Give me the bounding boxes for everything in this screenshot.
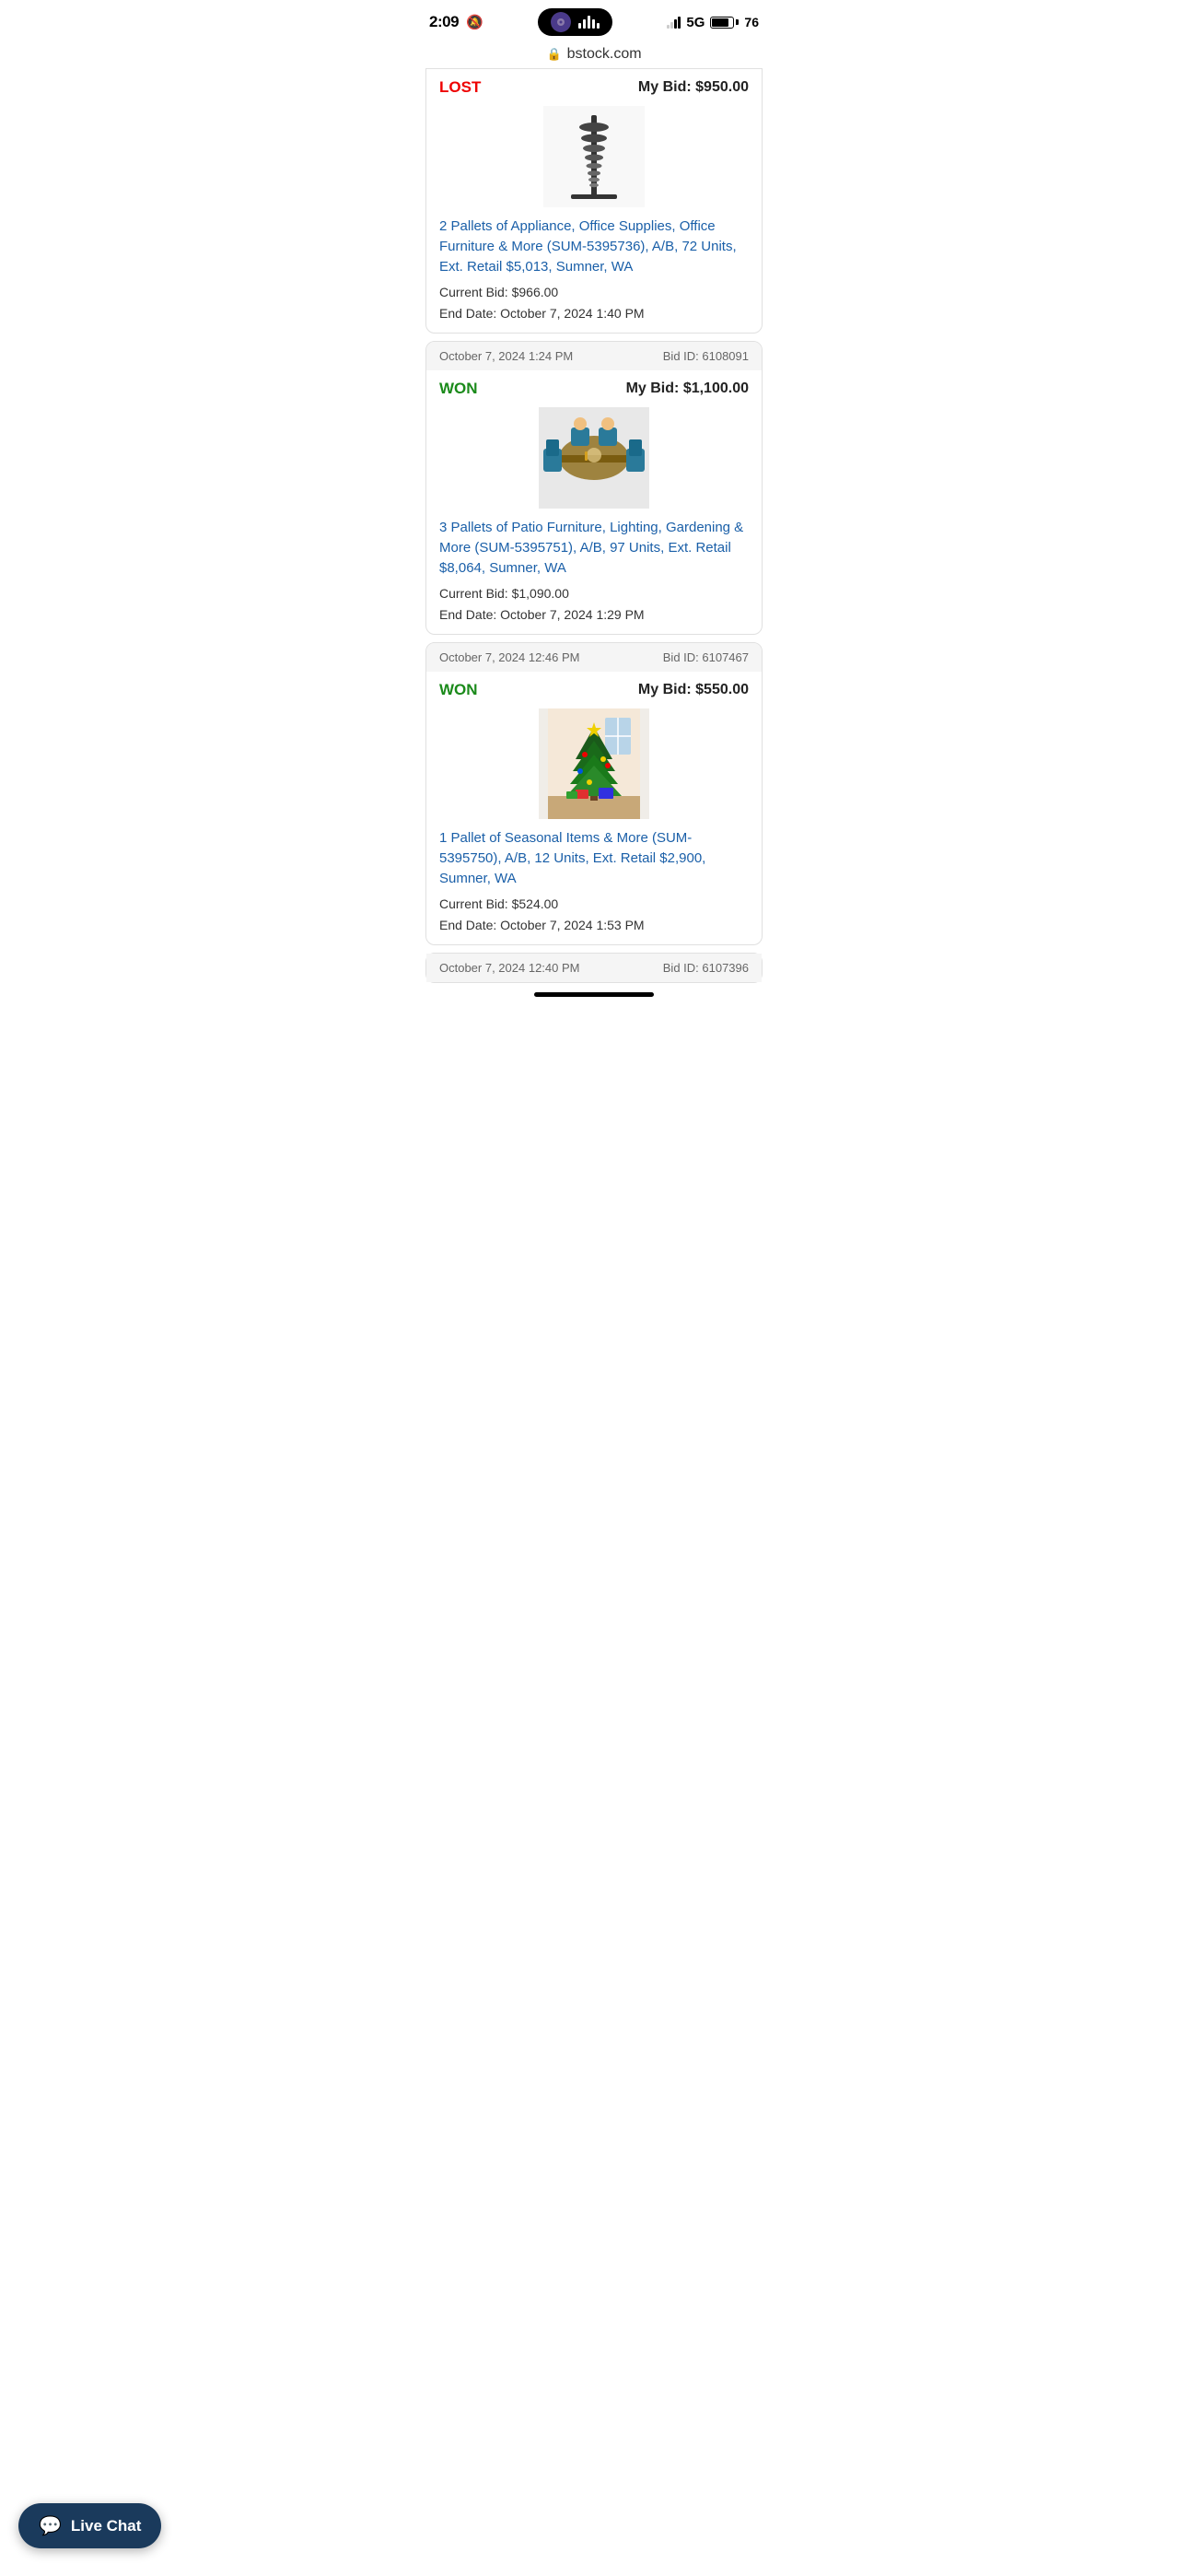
- bid-status-won-1: WON: [439, 380, 478, 398]
- url-bar[interactable]: 🔒 bstock.com: [414, 41, 774, 68]
- live-chat-button[interactable]: 💬 Live Chat: [18, 2503, 161, 2548]
- bid-card-header-1: October 7, 2024 1:24 PM Bid ID: 6108091: [426, 342, 762, 370]
- current-bid-2: Current Bid: $524.00: [439, 894, 749, 914]
- bid-status-lost: LOST: [439, 78, 481, 97]
- my-bid-amount-2: My Bid: $550.00: [638, 682, 749, 698]
- bid-status-row-2: WON My Bid: $550.00: [439, 681, 749, 699]
- product-image-container-1: [439, 407, 749, 509]
- home-indicator: [534, 992, 654, 997]
- end-date-1: End Date: October 7, 2024 1:29 PM: [439, 604, 749, 625]
- my-bid-amount-1: My Bid: $1,100.00: [626, 381, 749, 397]
- end-date-2: End Date: October 7, 2024 1:53 PM: [439, 915, 749, 935]
- bid-date-1: October 7, 2024 1:24 PM: [439, 349, 573, 363]
- christmas-tree-image: [539, 708, 649, 819]
- current-bid-0: Current Bid: $966.00: [439, 282, 749, 302]
- bottom-partial-card: October 7, 2024 12:40 PM Bid ID: 6107396: [414, 953, 774, 983]
- partial-card-bid-id: Bid ID: 6107396: [663, 961, 749, 975]
- album-art: [551, 12, 571, 32]
- product-title-link-0[interactable]: 2 Pallets of Appliance, Office Supplies,…: [439, 217, 749, 276]
- my-bid-amount: My Bid: $950.00: [638, 79, 749, 96]
- battery-percent: 76: [744, 15, 759, 29]
- bid-card-body-2: WON My Bid: $550.00: [426, 672, 762, 944]
- bid-status-won-2: WON: [439, 681, 478, 699]
- bid-date-2: October 7, 2024 12:46 PM: [439, 650, 579, 664]
- bid-card-1: October 7, 2024 1:24 PM Bid ID: 6108091 …: [425, 341, 763, 635]
- battery-icon: [710, 17, 739, 29]
- media-player-indicator[interactable]: [538, 8, 612, 36]
- live-chat-label: Live Chat: [71, 2517, 142, 2535]
- bid-id-1: Bid ID: 6108091: [663, 349, 749, 363]
- dumbbell-rack-svg: [553, 111, 635, 203]
- current-bid-1: Current Bid: $1,090.00: [439, 583, 749, 603]
- product-title-link-1[interactable]: 3 Pallets of Patio Furniture, Lighting, …: [439, 518, 749, 578]
- bell-muted-icon: 🔕: [466, 15, 483, 30]
- bid-status-row-1: WON My Bid: $1,100.00: [439, 380, 749, 398]
- lock-icon: 🔒: [546, 47, 561, 62]
- partial-bottom-card-wrapper: October 7, 2024 12:40 PM Bid ID: 6107396: [425, 953, 763, 983]
- status-bar: 2:09 🔕 5G: [414, 0, 774, 41]
- sound-wave-icon: [578, 16, 600, 29]
- chat-icon: 💬: [39, 2514, 62, 2537]
- bid-id-2: Bid ID: 6107467: [663, 650, 749, 664]
- dining-set-image: [539, 407, 649, 509]
- bid-details-1: Current Bid: $1,090.00 End Date: October…: [439, 583, 749, 625]
- partial-card-header: October 7, 2024 12:40 PM Bid ID: 6107396: [426, 954, 762, 982]
- bid-details-0: Current Bid: $966.00 End Date: October 7…: [439, 282, 749, 323]
- network-type: 5G: [686, 15, 705, 30]
- time-text: 2:09: [429, 13, 459, 30]
- product-image-container-2: [439, 708, 749, 819]
- signal-strength-icon: [667, 17, 681, 29]
- main-content: LOST My Bid: $950.00: [414, 68, 774, 1004]
- product-title-link-2[interactable]: 1 Pallet of Seasonal Items & More (SUM-5…: [439, 828, 749, 888]
- partial-top-card: LOST My Bid: $950.00: [425, 68, 763, 334]
- bid-status-row: LOST My Bid: $950.00: [439, 78, 749, 97]
- status-indicators: 5G 76: [667, 15, 759, 30]
- time-display: 2:09 🔕: [429, 13, 483, 31]
- url-text: bstock.com: [567, 46, 642, 63]
- bid-card-header-2: October 7, 2024 12:46 PM Bid ID: 6107467: [426, 643, 762, 672]
- bid-card-body-1: WON My Bid: $1,100.00: [426, 370, 762, 634]
- bid-card-2: October 7, 2024 12:46 PM Bid ID: 6107467…: [425, 642, 763, 945]
- product-image-container: [439, 106, 749, 207]
- partial-card-date: October 7, 2024 12:40 PM: [439, 961, 579, 975]
- bid-details-2: Current Bid: $524.00 End Date: October 7…: [439, 894, 749, 935]
- end-date-0: End Date: October 7, 2024 1:40 PM: [439, 303, 749, 323]
- dumbbell-rack-image: [543, 106, 645, 207]
